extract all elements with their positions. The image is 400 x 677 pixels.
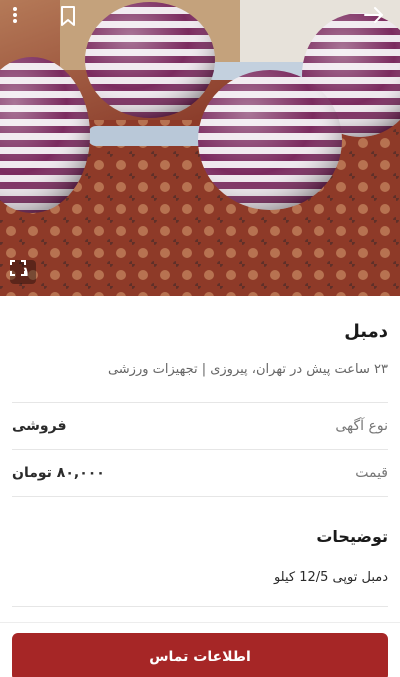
field-value: فروشی: [12, 418, 67, 434]
description-title: توضیحات: [316, 527, 388, 546]
dumbbell-photo: [0, 0, 400, 296]
gallery-counter[interactable]: ۱: [10, 260, 36, 284]
field-label: نوع آگهی: [335, 418, 388, 434]
field-row-ad-type: نوع آگهی فروشی: [12, 403, 388, 449]
ad-details: دمبل ۲۳ ساعت پیش در تهران، پیروزی | تجهی…: [0, 296, 400, 607]
divider: [12, 496, 388, 497]
field-row-price: قیمت ۸۰,۰۰۰ تومان: [12, 450, 388, 496]
bookmark-icon[interactable]: [60, 6, 84, 30]
arrow-right-icon[interactable]: [364, 6, 388, 30]
field-value: ۸۰,۰۰۰ تومان: [12, 465, 105, 481]
description-text: دمبل توپی 12/5 کیلو: [273, 570, 388, 585]
contact-info-button[interactable]: اطلاعات تماس: [12, 633, 388, 677]
ad-subtitle: ۲۳ ساعت پیش در تهران، پیروزی | تجهیزات و…: [107, 362, 388, 377]
ad-title: دمبل: [344, 321, 388, 342]
field-label: قیمت: [355, 465, 388, 481]
divider: [12, 606, 388, 607]
bottom-action-bar: اطلاعات تماس: [0, 622, 400, 677]
ad-photo[interactable]: ۱: [0, 0, 400, 296]
more-vertical-icon[interactable]: [12, 6, 36, 30]
